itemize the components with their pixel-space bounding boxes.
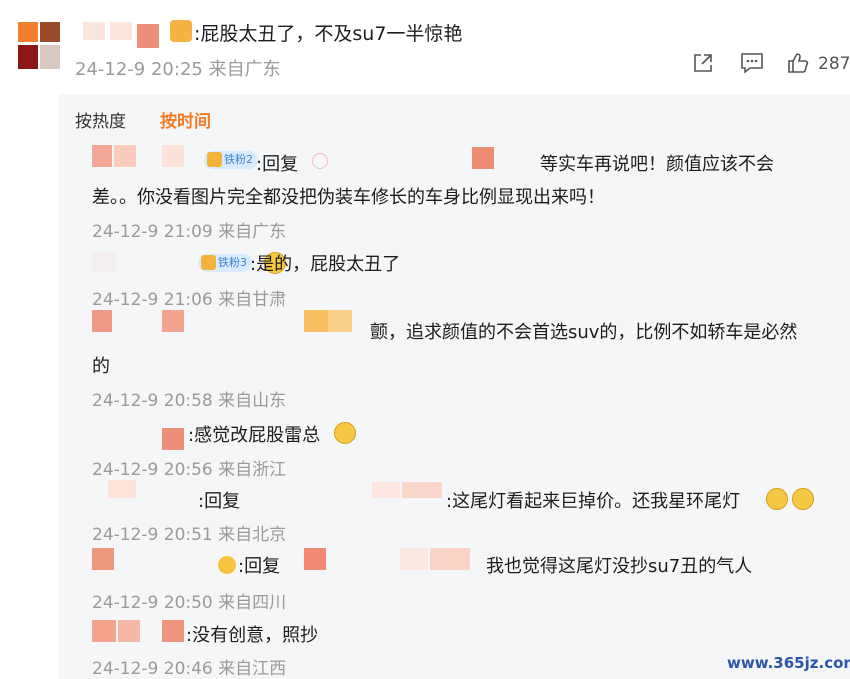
reply-text: 等实车再说吧！颜值应该不会 <box>540 154 774 175</box>
reply-meta: 24-12-9 20:50 来自四川 <box>92 593 287 613</box>
reply-meta: 24-12-9 20:56 来自浙江 <box>92 460 287 480</box>
mosaic-block <box>18 22 38 42</box>
tab-by-hot[interactable]: 按热度 <box>75 107 126 132</box>
reply-meta: 24-12-9 20:58 来自山东 <box>92 391 287 411</box>
reply-text: 差。。你没看图片完全都没把伪装车修长的车身比例显现出来吗！ <box>92 187 605 208</box>
fan-badge-icon <box>170 20 192 42</box>
fan-badge: 铁粉2 <box>204 151 258 169</box>
comment-icon[interactable] <box>740 52 764 74</box>
reply-text: 我也觉得这尾灯没抄su7丑的气人 <box>486 556 753 577</box>
mosaic-block <box>18 45 38 69</box>
reply-text: :回复 <box>238 556 281 577</box>
reply-text: :这尾灯看起来巨掉价。还我星环尾灯 <box>446 491 741 512</box>
sad-emoji-icon <box>766 488 788 510</box>
reply-meta: 24-12-9 21:09 来自广东 <box>92 222 287 242</box>
watermark-url: www.365jz.com <box>727 654 850 672</box>
like-icon[interactable] <box>787 52 809 74</box>
laugh-emoji-icon <box>334 422 356 444</box>
reply-text: :是的，屁股太丑了 <box>250 254 401 275</box>
reply-meta: 24-12-9 21:06 来自甘肃 <box>92 290 287 310</box>
mosaic-block <box>40 45 60 69</box>
fan-badge: 铁粉3 <box>198 254 252 272</box>
fan-badge-icon <box>218 556 236 574</box>
reply-text: :回复 <box>256 154 299 175</box>
reply-text: :没有创意，照抄 <box>186 625 319 646</box>
reply-text: :感觉改屁股雷总 <box>188 425 321 446</box>
reply-text: 的 <box>92 356 110 377</box>
crown-icon <box>207 152 222 167</box>
reply-meta: 24-12-9 20:51 来自北京 <box>92 525 287 545</box>
crown-icon <box>201 255 216 270</box>
reply-text: :回复 <box>198 491 241 512</box>
tab-by-time[interactable]: 按时间 <box>160 107 211 132</box>
reply-text: 颤，追求颜值的不会首选suv的，比例不如轿车是必然 <box>370 322 798 343</box>
comment-meta: 24-12-9 20:25 来自广东 <box>75 59 281 80</box>
like-count: 287 <box>818 54 850 74</box>
sad-emoji-icon <box>792 488 814 510</box>
share-icon[interactable] <box>692 52 714 74</box>
comment-text: :屁股太丑了，不及su7一半惊艳 <box>194 23 463 45</box>
mosaic-block <box>40 22 60 42</box>
reply-meta: 24-12-9 20:46 来自江西 <box>92 659 287 679</box>
